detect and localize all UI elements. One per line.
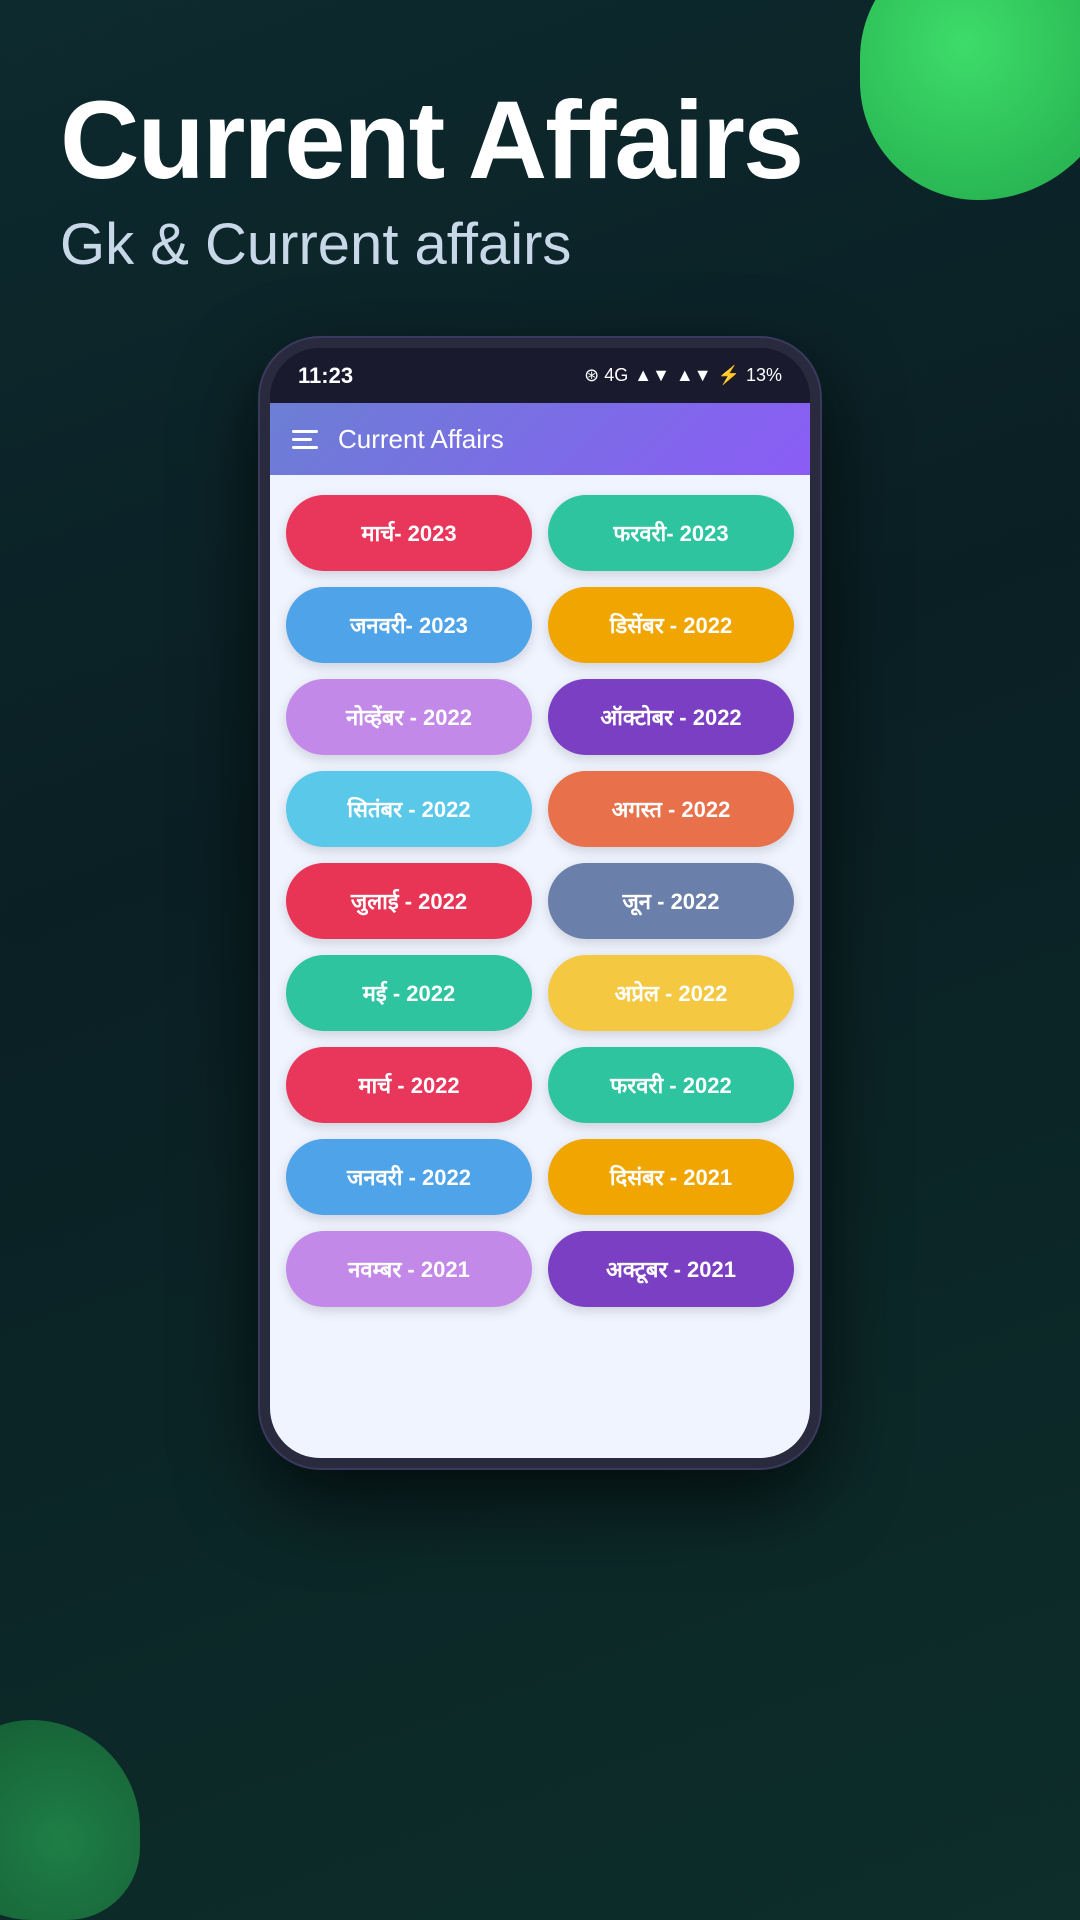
month-button-8[interactable]: जुलाई - 2022 xyxy=(286,863,532,939)
phone-screen: मार्च- 2023फरवरी- 2023जनवरी- 2023डिसेंबर… xyxy=(270,475,810,1458)
month-button-14[interactable]: जनवरी - 2022 xyxy=(286,1139,532,1215)
volume-up-button xyxy=(260,508,264,563)
month-button-10[interactable]: मई - 2022 xyxy=(286,955,532,1031)
hamburger-menu-button[interactable] xyxy=(292,430,318,449)
status-time: 11:23 xyxy=(298,363,353,389)
hero-section: Current Affairs Gk & Current affairs xyxy=(0,0,1080,308)
power-button xyxy=(816,548,820,638)
month-button-2[interactable]: जनवरी- 2023 xyxy=(286,587,532,663)
month-button-0[interactable]: मार्च- 2023 xyxy=(286,495,532,571)
months-grid: मार्च- 2023फरवरी- 2023जनवरी- 2023डिसेंबर… xyxy=(286,495,794,1307)
month-button-5[interactable]: ऑक्टोबर - 2022 xyxy=(548,679,794,755)
month-button-12[interactable]: मार्च - 2022 xyxy=(286,1047,532,1123)
month-button-3[interactable]: डिसेंबर - 2022 xyxy=(548,587,794,663)
month-button-9[interactable]: जून - 2022 xyxy=(548,863,794,939)
status-icons: ⊛ 4G ▲▼ ▲▼ ⚡ 13% xyxy=(584,365,782,386)
month-button-4[interactable]: नोव्हेंबर - 2022 xyxy=(286,679,532,755)
month-button-17[interactable]: अक्टूबर - 2021 xyxy=(548,1231,794,1307)
month-button-11[interactable]: अप्रेल - 2022 xyxy=(548,955,794,1031)
volume-down-button xyxy=(260,578,264,658)
month-button-1[interactable]: फरवरी- 2023 xyxy=(548,495,794,571)
hero-subtitle: Gk & Current affairs xyxy=(60,211,1020,278)
app-bar-title: Current Affairs xyxy=(338,424,504,455)
month-button-13[interactable]: फरवरी - 2022 xyxy=(548,1047,794,1123)
month-button-16[interactable]: नवम्बर - 2021 xyxy=(286,1231,532,1307)
month-button-6[interactable]: सितंबर - 2022 xyxy=(286,771,532,847)
month-button-15[interactable]: दिसंबर - 2021 xyxy=(548,1139,794,1215)
hero-title: Current Affairs xyxy=(60,80,1020,201)
charging-icon: ⚡ xyxy=(718,365,740,386)
battery-level: 13% xyxy=(746,365,782,386)
app-bar: Current Affairs xyxy=(270,403,810,475)
phone-mockup: 11:23 ⊛ 4G ▲▼ ▲▼ ⚡ 13% Current Affairs म… xyxy=(0,338,1080,1468)
month-button-7[interactable]: अगस्त - 2022 xyxy=(548,771,794,847)
network-icon: ⊛ 4G xyxy=(584,365,628,386)
status-bar: 11:23 ⊛ 4G ▲▼ ▲▼ ⚡ 13% xyxy=(270,348,810,403)
signal-icon: ▲▼ xyxy=(634,365,670,386)
signal-icon-2: ▲▼ xyxy=(676,365,712,386)
phone-frame: 11:23 ⊛ 4G ▲▼ ▲▼ ⚡ 13% Current Affairs म… xyxy=(260,338,820,1468)
decorative-blob-bottom xyxy=(0,1720,140,1920)
